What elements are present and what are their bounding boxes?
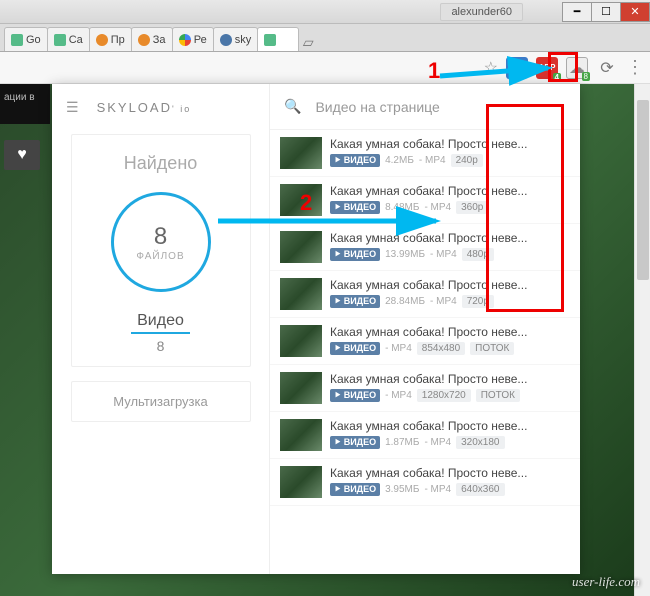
favicon xyxy=(138,34,150,46)
window-close-button[interactable]: ✕ xyxy=(620,2,650,22)
video-resolution-chip[interactable]: 240p xyxy=(451,154,483,167)
popup-left-panel: ☰ SKYLOAD' io Найдено 8 ФАЙЛОВ Видео 8 М… xyxy=(52,84,270,574)
video-thumbnail xyxy=(280,372,322,404)
annotation-number-2: 2 xyxy=(300,190,312,216)
new-tab-button[interactable]: ▱ xyxy=(298,33,318,51)
browser-tab-active[interactable] xyxy=(257,27,299,51)
favicon xyxy=(96,34,108,46)
browser-tab[interactable]: sky xyxy=(213,27,259,51)
video-format: - MP4 xyxy=(430,296,457,307)
favicon xyxy=(54,34,66,46)
browser-menu-button[interactable]: ⋮ xyxy=(626,57,642,78)
search-label: Видео на странице xyxy=(315,99,439,115)
video-item[interactable]: Какая умная собака! Просто неве... ⯈ ВИД… xyxy=(270,318,580,365)
scrollbar-thumb[interactable] xyxy=(637,100,649,280)
video-resolution-chip[interactable]: 640x360 xyxy=(456,483,504,496)
favicon xyxy=(11,34,23,46)
files-count: 8 xyxy=(154,223,167,251)
video-format: - MP4 xyxy=(385,390,412,401)
favicon xyxy=(264,34,276,46)
video-meta: ⯈ ВИДЕО 3.95МБ - MP4 640x360 xyxy=(330,483,570,496)
video-meta: ⯈ ВИДЕО - MP4 854x480 ПОТОК xyxy=(330,342,570,355)
video-format: - MP4 xyxy=(424,437,451,448)
video-thumbnail xyxy=(280,325,322,357)
vk-badge: ⯈ ВИДЕО xyxy=(330,295,380,308)
browser-tab[interactable]: За xyxy=(131,27,173,51)
vk-badge: ⯈ ВИДЕО xyxy=(330,483,380,496)
files-label: ФАЙЛОВ xyxy=(136,251,184,262)
favicon xyxy=(220,34,232,46)
annotation-arrow-1 xyxy=(440,66,560,91)
video-thumbnail xyxy=(280,278,322,310)
vk-badge: ⯈ ВИДЕО xyxy=(330,389,380,402)
like-button[interactable]: ♥ xyxy=(4,140,40,170)
window-minimize-button[interactable]: ━ xyxy=(562,2,592,22)
favicon xyxy=(179,34,191,46)
annotation-arrow-2 xyxy=(218,210,448,237)
video-size: 4.2МБ xyxy=(385,155,414,166)
video-item-body: Какая умная собака! Просто неве... ⯈ ВИД… xyxy=(330,419,570,451)
video-stream-chip[interactable]: ПОТОК xyxy=(476,389,520,402)
video-item[interactable]: Какая умная собака! Просто неве... ⯈ ВИД… xyxy=(270,365,580,412)
video-title: Какая умная собака! Просто неве... xyxy=(330,419,570,433)
video-resolution-chip[interactable]: 1280x720 xyxy=(417,389,471,402)
video-format: - MP4 xyxy=(419,155,446,166)
browser-tab[interactable]: Go xyxy=(4,27,48,51)
video-meta: ⯈ ВИДЕО - MP4 1280x720 ПОТОК xyxy=(330,389,570,402)
video-format: - MP4 xyxy=(430,249,457,260)
video-size: 28.84МБ xyxy=(385,296,425,307)
video-format: - MP4 xyxy=(385,343,412,354)
files-circle: 8 ФАЙЛОВ xyxy=(111,192,211,292)
video-title: Какая умная собака! Просто неве... xyxy=(330,325,570,339)
video-item-body: Какая умная собака! Просто неве... ⯈ ВИД… xyxy=(330,372,570,404)
vk-badge: ⯈ ВИДЕО xyxy=(330,154,380,167)
sync-extension-icon[interactable]: ⟳ xyxy=(596,57,618,79)
video-title: Какая умная собака! Просто неве... xyxy=(330,466,570,480)
video-resolution-chip[interactable]: 360p xyxy=(456,201,488,214)
video-item[interactable]: Какая умная собака! Просто неве... ⯈ ВИД… xyxy=(270,412,580,459)
window-maximize-button[interactable]: ☐ xyxy=(591,2,621,22)
filter-icon[interactable]: ☰ xyxy=(66,99,79,116)
vk-badge: ⯈ ВИДЕО xyxy=(330,436,380,449)
video-resolution-chip[interactable]: 854x480 xyxy=(417,342,465,355)
video-thumbnail xyxy=(280,419,322,451)
window-user-label: alexunder60 xyxy=(440,3,523,21)
annotation-number-1: 1 xyxy=(428,58,440,84)
video-item[interactable]: Какая умная собака! Просто неве... ⯈ ВИД… xyxy=(270,459,580,506)
vk-sidebar-fragment: ации в xyxy=(0,84,50,124)
annotation-box-2 xyxy=(486,104,564,312)
found-label: Найдено xyxy=(124,153,198,174)
video-item-body: Какая умная собака! Просто неве... ⯈ ВИД… xyxy=(330,466,570,498)
browser-tab[interactable]: Ca xyxy=(47,27,90,51)
watermark: user-life.com xyxy=(572,574,640,590)
browser-tab[interactable]: Пр xyxy=(89,27,132,51)
browser-tab[interactable]: Ре xyxy=(172,27,214,51)
brand-label: SKYLOAD' io xyxy=(97,100,192,115)
video-tab[interactable]: Видео xyxy=(131,310,190,334)
video-thumbnail xyxy=(280,137,322,169)
video-size: 3.95МБ xyxy=(385,484,419,495)
video-stream-chip[interactable]: ПОТОК xyxy=(470,342,514,355)
video-size: 1.87МБ xyxy=(385,437,419,448)
window-titlebar: alexunder60 ━ ☐ ✕ xyxy=(0,0,650,24)
video-resolution-chip[interactable]: 320x180 xyxy=(456,436,504,449)
video-title: Какая умная собака! Просто неве... xyxy=(330,372,570,386)
vk-badge: ⯈ ВИДЕО xyxy=(330,248,380,261)
found-card: Найдено 8 ФАЙЛОВ Видео 8 xyxy=(71,134,251,367)
search-icon[interactable]: 🔍 xyxy=(284,98,301,115)
multidownload-button[interactable]: Мультизагрузка xyxy=(71,381,251,422)
video-item-body: Какая умная собака! Просто неве... ⯈ ВИД… xyxy=(330,325,570,357)
video-count: 8 xyxy=(157,338,165,354)
browser-tabstrip: Go Ca Пр За Ре sky ▱ xyxy=(0,24,650,52)
video-thumbnail xyxy=(280,466,322,498)
video-format: - MP4 xyxy=(424,484,451,495)
popup-header: ☰ SKYLOAD' io xyxy=(52,84,269,130)
video-size: 13.99МБ xyxy=(385,249,425,260)
video-meta: ⯈ ВИДЕО 1.87МБ - MP4 320x180 xyxy=(330,436,570,449)
vk-badge: ⯈ ВИДЕО xyxy=(330,342,380,355)
page-scrollbar[interactable] xyxy=(634,84,650,596)
